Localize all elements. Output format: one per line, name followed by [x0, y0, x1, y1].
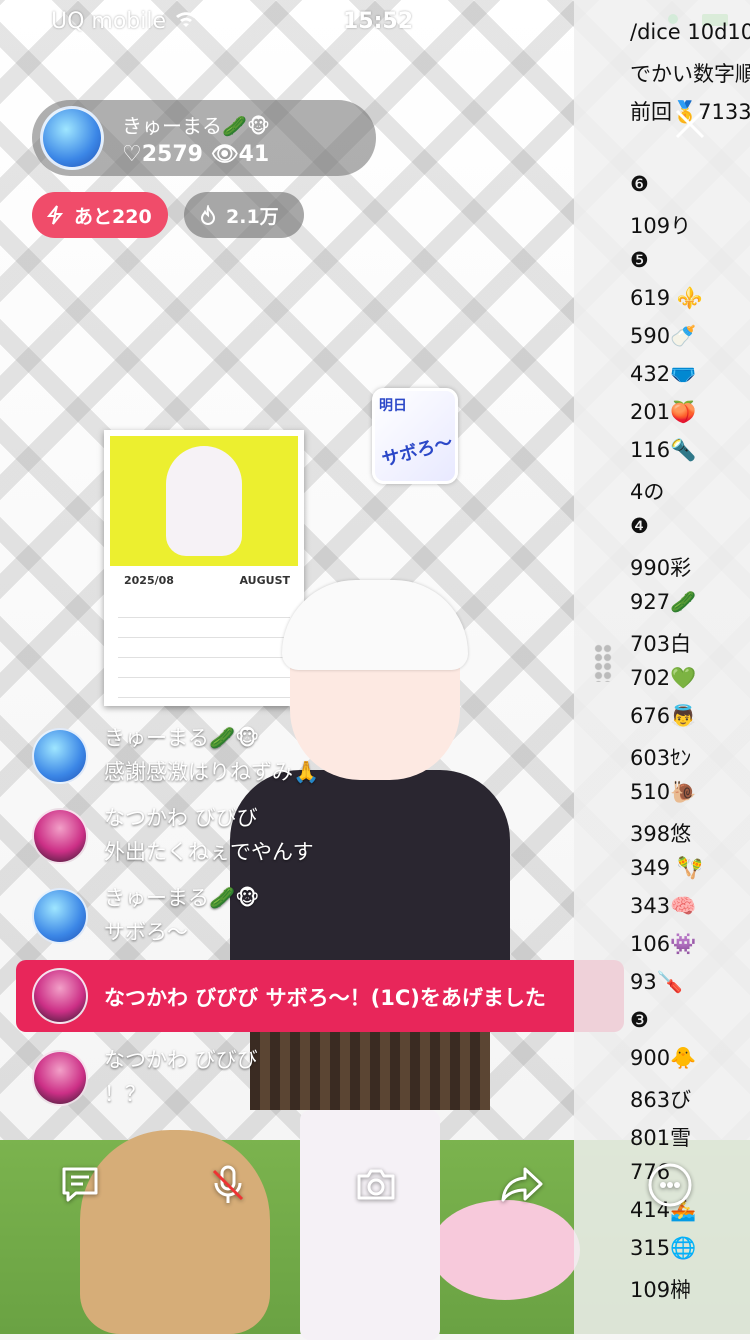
commenter-name: なつかわ びびび	[104, 806, 258, 830]
panel-line: 315🌐	[630, 1236, 697, 1260]
fire-pill[interactable]: 2.1万	[184, 192, 304, 238]
viewer-count: 👁41	[210, 142, 270, 167]
comment-item[interactable]: なつかわ びびび ！？	[32, 1048, 592, 1120]
dice-results-panel: /dice 10d10 でかい数字順 前回🥇7133 ❻ 109り ❺ 619 …	[574, 0, 750, 1334]
panel-line: 4の	[630, 480, 665, 504]
panel-line: 900🐥	[630, 1046, 697, 1070]
host-stats: ♡2579 👁41	[122, 142, 269, 167]
gift-banner[interactable]: なつかわ びびび サボろ〜！(1C)をあげました	[16, 960, 624, 1032]
close-icon[interactable]	[674, 108, 706, 140]
drag-handle-icon[interactable]	[594, 644, 612, 682]
panel-line: 990彩	[630, 556, 692, 580]
comment-icon	[62, 1167, 98, 1202]
host-name: きゅーまる🥒🐵	[122, 114, 271, 138]
panel-line: 619 ⚜️	[630, 286, 703, 310]
panel-line: 201🍑	[630, 400, 697, 424]
mic-off-icon	[212, 1165, 244, 1203]
share-icon	[501, 1167, 543, 1202]
flame-icon	[198, 203, 218, 225]
panel-line: 116🔦	[630, 438, 697, 462]
panel-line: ❸	[630, 1008, 649, 1032]
legs	[300, 1110, 440, 1340]
panel-line: 510🐌	[630, 780, 697, 804]
lightning-icon	[46, 205, 66, 225]
commenter-name: きゅーまる🥒🐵	[104, 726, 260, 750]
bottom-toolbar	[0, 1155, 750, 1219]
commenter-avatar[interactable]	[32, 888, 88, 944]
cap	[282, 580, 468, 670]
camera-button[interactable]	[346, 1155, 406, 1215]
carrier: UQ mobile	[14, 9, 198, 34]
share-button[interactable]	[492, 1155, 552, 1215]
commenter-name: なつかわ びびび	[104, 1048, 258, 1072]
mic-toggle-button[interactable]	[198, 1155, 258, 1215]
panel-line: 703白	[630, 632, 692, 656]
comment-message: ！？	[104, 1082, 146, 1106]
panel-line: 109り	[630, 214, 692, 238]
commenter-name: きゅーまる🥒🐵	[104, 886, 260, 910]
panel-line: ❹	[630, 514, 649, 538]
panel-line: 801雪	[630, 1126, 692, 1150]
panel-line: ❻	[630, 172, 649, 196]
calendar-art	[110, 436, 298, 566]
host-avatar[interactable]	[40, 106, 104, 170]
panel-line: 93🪛	[630, 970, 683, 994]
sticker: 明日 サボろ〜	[372, 388, 458, 484]
comment-item[interactable]: なつかわ びびび 外出たくねぇでやんす	[32, 806, 592, 878]
panel-line: でかい数字順	[630, 62, 750, 86]
commenter-avatar[interactable]	[32, 728, 88, 784]
camera-icon	[357, 1169, 395, 1200]
calendar-date: 2025/08	[124, 574, 174, 587]
panel-line: /dice 10d10	[630, 20, 750, 44]
commenter-avatar[interactable]	[32, 808, 88, 864]
like-count: ♡2579	[122, 142, 203, 167]
sticker-top: 明日	[379, 398, 407, 414]
panel-line: 702💚	[630, 666, 697, 690]
fire-count: 2.1万	[226, 205, 279, 228]
comment-message: サボろ〜	[104, 920, 188, 944]
sticker-main: サボろ〜	[379, 431, 455, 471]
commenter-avatar[interactable]	[32, 1050, 88, 1106]
panel-line: 109榊	[630, 1278, 692, 1302]
panel-line: 432🩲	[630, 362, 697, 386]
panel-line: ❺	[630, 248, 649, 272]
more-button[interactable]	[640, 1155, 700, 1215]
carrier-name: UQ mobile	[51, 9, 167, 34]
panel-line: 927🥒	[630, 590, 697, 614]
panel-line: 676👼	[630, 704, 697, 728]
panel-line: 590🍼	[630, 324, 697, 348]
panel-line: 398悠	[630, 822, 692, 846]
comment-button[interactable]	[50, 1155, 110, 1215]
comment-item[interactable]: きゅーまる🥒🐵 サボろ〜	[32, 886, 592, 958]
wifi-icon	[174, 9, 198, 34]
goal-remaining: あと220	[74, 205, 152, 228]
comment-item[interactable]: きゅーまる🥒🐵 感謝感激はりねずみ🙏	[32, 726, 592, 798]
panel-line: 603ｾﾝ	[630, 746, 692, 770]
comment-message: 感謝感激はりねずみ🙏	[104, 760, 320, 784]
gift-text: なつかわ びびび サボろ〜！(1C)をあげました	[104, 986, 546, 1010]
signal-icon	[14, 12, 43, 31]
goal-pill[interactable]: あと220	[32, 192, 168, 238]
panel-line: 343🧠	[630, 894, 697, 918]
clock: 15:52	[343, 9, 414, 34]
more-icon	[648, 1163, 692, 1207]
panel-line: 349 🪇	[630, 856, 703, 880]
panel-line: 106👾	[630, 932, 697, 956]
gifter-avatar[interactable]	[32, 968, 88, 1024]
host-card[interactable]: きゅーまる🥒🐵 ♡2579 👁41	[32, 100, 376, 176]
panel-line: 863び	[630, 1088, 692, 1112]
comment-message: 外出たくねぇでやんす	[104, 840, 314, 864]
